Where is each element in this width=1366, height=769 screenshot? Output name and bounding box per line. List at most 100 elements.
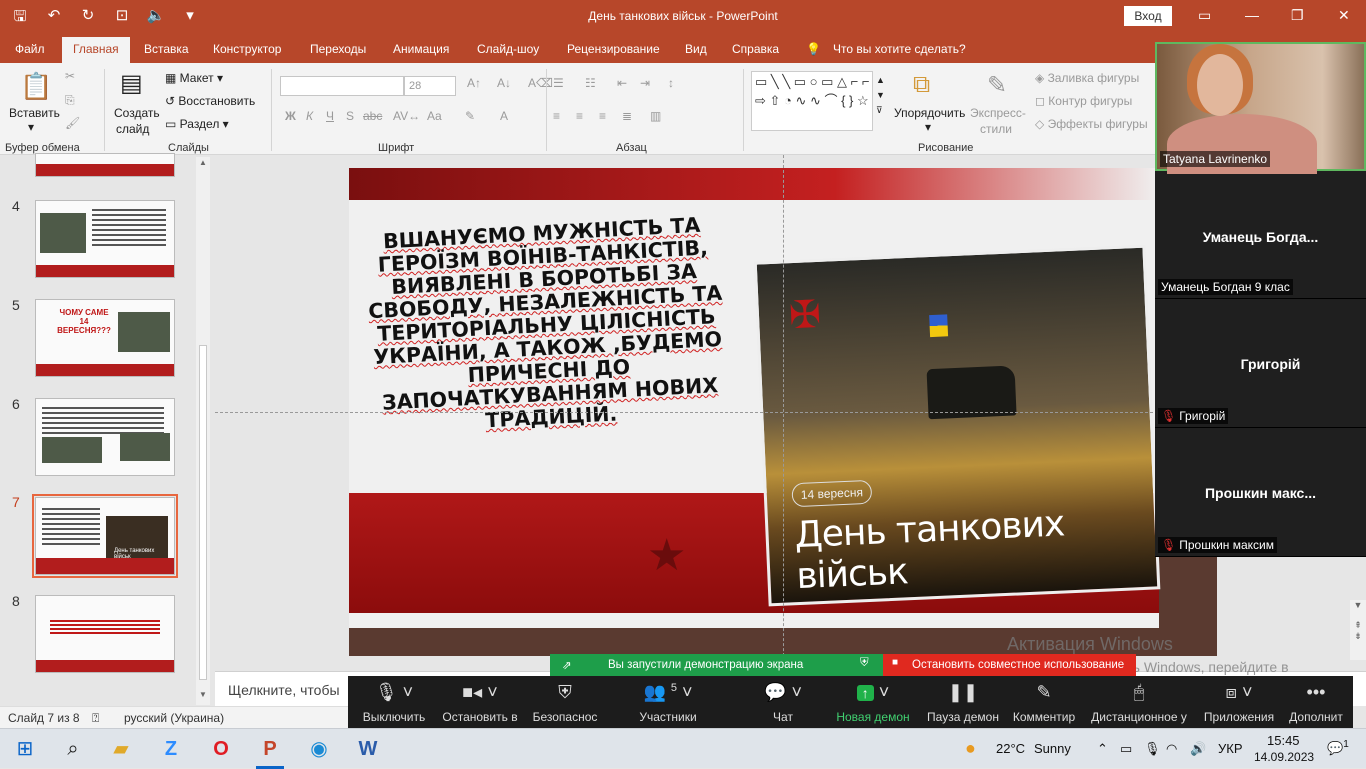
strike-button[interactable]: abc [363,109,382,123]
bold-button[interactable]: Ж [285,109,296,123]
italic-button[interactable]: К [306,109,313,123]
new-slide-icon[interactable]: ▤ [120,69,143,98]
grow-font-icon[interactable]: A↑ [467,76,481,90]
opera-icon[interactable]: O [208,736,234,762]
change-case-button[interactable]: Aa [427,109,442,123]
scroll-down-icon[interactable]: ▼ [199,690,207,699]
slide-thumbnail-5[interactable]: ЧОМУ САМЕ 14 ВЕРЕСНЯ??? [35,299,175,377]
spellcheck-icon[interactable]: ⍰ [92,711,99,726]
canvas-scrollbar[interactable]: ▼ ⇞ ⇟ [1350,600,1366,660]
tab-home[interactable]: Главная [62,37,130,63]
paste-chevron-icon[interactable]: ▾ [28,120,34,134]
tell-me-search[interactable]: Что вы хотите сделать? [833,42,966,56]
close-icon[interactable]: ✕ [1338,7,1350,24]
align-center-icon[interactable]: ≡ [576,109,583,123]
layout-button[interactable]: ▦ Макет ▾ [165,71,223,85]
slide-thumbnail-6[interactable] [35,398,175,476]
annotate-button[interactable]: ✎ Комментир [1008,676,1080,728]
bullets-icon[interactable]: ☰ [553,76,564,90]
weather-text[interactable]: Sunny [1034,741,1071,756]
maximize-icon[interactable]: ❐ [1291,7,1304,24]
slide-body-text[interactable]: Вшануємо мужність та героїзм воїнів-танк… [349,212,749,439]
cut-icon[interactable]: ✂ [65,69,75,83]
clock-date[interactable]: 14.09.2023 [1254,750,1314,764]
columns-icon[interactable]: ▥ [650,109,661,123]
participant-tile[interactable]: Прошкин макс... 🎙 Прошкин максим [1155,428,1366,557]
arrange-icon[interactable]: ⧉ [913,71,930,99]
participants-button[interactable]: 👥 5 ˅ Участники [628,676,708,728]
font-size-input[interactable]: 28 [404,76,456,96]
align-right-icon[interactable]: ≡ [599,109,606,123]
tab-file[interactable]: Файл [15,42,45,56]
notifications-icon[interactable]: 💬1 [1327,739,1349,756]
network-icon[interactable]: ◠ [1166,741,1177,757]
indent-decrease-icon[interactable]: ⇤ [617,76,627,90]
weather-sun-icon[interactable]: ● [965,738,976,759]
line-spacing-icon[interactable]: ↕ [668,76,674,90]
security-button[interactable]: ⛨ Безопаснос [528,676,602,728]
font-color-icon[interactable]: A [500,109,508,123]
zoom-app-icon[interactable]: Z [158,736,184,762]
shrink-font-icon[interactable]: A↓ [497,76,511,90]
new-share-button[interactable]: ↑ ˅ Новая демон [833,676,913,728]
tab-insert[interactable]: Вставка [144,42,189,56]
shadow-button[interactable]: S [346,109,354,123]
shape-fill-button[interactable]: ◈ Заливка фигуры [1035,71,1139,85]
shape-outline-button[interactable]: ◻ Контур фигуры [1035,94,1132,108]
quick-styles-icon[interactable]: ✎ [987,71,1007,100]
format-painter-icon[interactable]: 🖌 [65,116,80,130]
signin-button[interactable]: Вход [1124,6,1172,26]
volume-icon[interactable]: 🔊 [1190,741,1206,757]
tab-help[interactable]: Справка [732,42,779,56]
minimize-icon[interactable]: — [1245,7,1259,23]
paste-button[interactable]: Вставить [9,106,60,120]
more-button[interactable]: ••• Дополнит [1283,676,1349,728]
slide-thumbnail-4[interactable] [35,200,175,278]
slide-thumbnail-8[interactable] [35,595,175,673]
indent-increase-icon[interactable]: ⇥ [640,76,650,90]
tab-design[interactable]: Конструктор [213,42,281,56]
participant-tile[interactable]: Уманець Богда... Уманець Богдан 9 клас [1155,170,1366,299]
battery-icon[interactable]: ▭ [1120,741,1132,757]
powerpoint-icon[interactable]: P [257,736,283,762]
paste-icon[interactable]: 📋 [20,71,52,102]
tab-view[interactable]: Вид [685,42,707,56]
justify-icon[interactable]: ≣ [622,109,632,123]
reset-button[interactable]: ↺ Восстановить [165,94,255,108]
highlight-icon[interactable]: ✎ [465,109,475,123]
mute-button[interactable]: 🎙 ˅ Выключить [356,676,432,728]
keyboard-language[interactable]: УКР [1218,741,1243,756]
new-slide-dropdown[interactable]: слайд [116,122,149,136]
tab-slideshow[interactable]: Слайд-шоу [477,42,539,56]
quick-styles-button[interactable]: Экспресс- [970,106,1026,120]
tab-transitions[interactable]: Переходы [310,42,366,56]
clock-time[interactable]: 15:45 [1267,733,1300,748]
numbering-icon[interactable]: ☷ [585,76,596,90]
clear-format-icon[interactable]: A⌫ [528,76,553,90]
underline-button[interactable]: Ч [326,109,334,123]
participant-video[interactable]: Tatyana Lavrinenko [1155,42,1366,174]
search-icon[interactable]: ⌕ [60,736,86,762]
arrange-chevron-icon[interactable]: ▾ [925,120,931,134]
section-button[interactable]: ▭ Раздел ▾ [165,117,229,131]
stop-share-button[interactable]: ■ Остановить совместное использование [883,654,1136,676]
spacing-icon[interactable]: AV↔ [393,109,420,123]
windows-start-icon[interactable]: ⊞ [12,736,38,762]
weather-temp[interactable]: 22°C [996,741,1025,756]
slide-thumbnail-7[interactable]: День танкових військ [35,497,175,575]
remote-control-button[interactable]: 🖱 Дистанционное у [1088,676,1190,728]
font-name-input[interactable] [280,76,404,96]
language-indicator[interactable]: русский (Украина) [124,711,224,725]
stop-video-button[interactable]: ■◂ ˅ Остановить в [440,676,520,728]
tab-animations[interactable]: Анимация [393,42,449,56]
tank-photo[interactable]: ✠ 14 вересня День танкових військ [753,244,1161,607]
chat-button[interactable]: 💬 ˅ Чат [753,676,813,728]
copy-icon[interactable]: ⎘ [65,93,75,108]
align-left-icon[interactable]: ≡ [553,109,560,123]
participant-tile[interactable]: Григорій 🎙 Григорій [1155,299,1366,428]
pause-share-button[interactable]: ❚❚ Пауза демон [923,676,1003,728]
arrange-button[interactable]: Упорядочить [894,106,965,120]
tab-review[interactable]: Рецензирование [567,42,660,56]
new-slide-button[interactable]: Создать [114,106,160,120]
slide-thumbnail[interactable] [35,153,175,177]
